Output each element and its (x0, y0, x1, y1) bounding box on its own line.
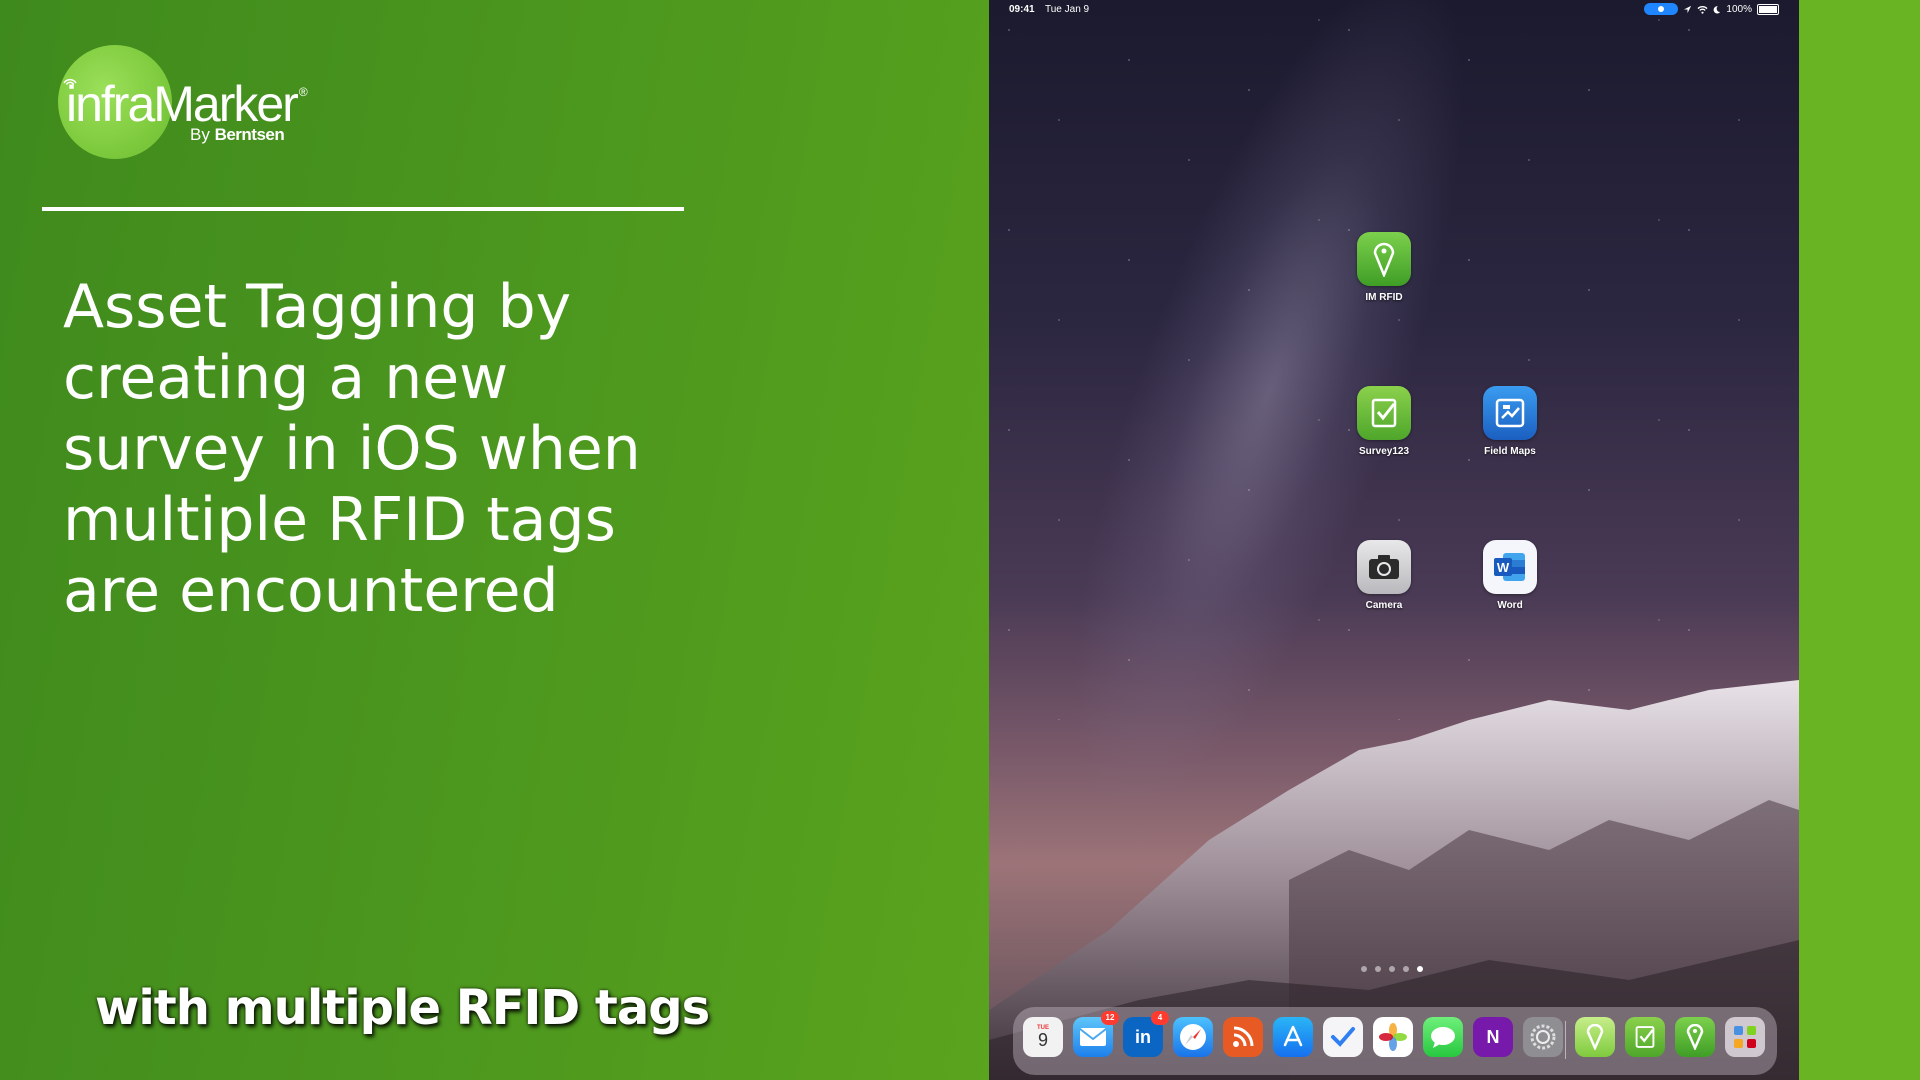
recent-rfid-icon[interactable] (1675, 1017, 1715, 1057)
headline-line: multiple RFID tags (63, 485, 616, 555)
ipad-home-screen: 09:41 Tue Jan 9 100% IM RFID Survey123 F… (989, 0, 1799, 1080)
pin-icon (1357, 232, 1411, 286)
tasks-icon[interactable] (1323, 1017, 1363, 1057)
app-camera[interactable]: Camera (1339, 540, 1429, 611)
dock-separator (1565, 1021, 1566, 1059)
page-dot[interactable] (1375, 966, 1381, 972)
wallpaper-stars (989, 0, 1799, 720)
dock: TUE 9 12 in 4 N (1013, 1007, 1777, 1075)
recent-checklist-icon[interactable] (1625, 1017, 1665, 1057)
status-indicators: 100% (1644, 3, 1779, 15)
page-dot[interactable] (1361, 966, 1367, 972)
page-dot-active[interactable] (1417, 966, 1423, 972)
mail-badge: 12 (1101, 1011, 1119, 1025)
subtitle-caption: with multiple RFID tags (95, 980, 710, 1036)
screen-recording-icon (1644, 3, 1679, 15)
app-store-icon[interactable] (1273, 1017, 1313, 1057)
headline-line: creating a new (63, 343, 509, 413)
app-im-rfid[interactable]: IM RFID (1339, 232, 1429, 303)
recent-pin-icon[interactable] (1575, 1017, 1615, 1057)
safari-icon[interactable] (1173, 1017, 1213, 1057)
inframarker-logo: infraMarker ® By Berntsen (58, 45, 358, 165)
battery-icon (1757, 3, 1779, 15)
onenote-icon[interactable]: N (1473, 1017, 1513, 1057)
rss-reader-icon[interactable] (1223, 1017, 1263, 1057)
wifi-icon (1697, 5, 1708, 14)
headline-line: are encountered (63, 556, 559, 626)
app-label: Camera (1365, 600, 1403, 611)
app-word[interactable]: W Word (1465, 540, 1555, 611)
checklist-icon (1357, 386, 1411, 440)
status-time: 09:41 (1009, 4, 1035, 15)
app-survey123[interactable]: Survey123 (1339, 386, 1429, 457)
moon-icon (1714, 5, 1721, 13)
camera-icon (1357, 540, 1411, 594)
map-icon (1483, 386, 1537, 440)
calendar-icon[interactable]: TUE 9 (1023, 1017, 1063, 1057)
svg-text:W: W (1497, 560, 1510, 575)
linkedin-icon[interactable]: in 4 (1123, 1011, 1169, 1057)
page-dot[interactable] (1389, 966, 1395, 972)
status-bar: 09:41 Tue Jan 9 100% (989, 0, 1799, 20)
status-date: Tue Jan 9 (1045, 4, 1090, 15)
app-label: Word (1497, 600, 1523, 611)
headline-line: Asset Tagging by (63, 272, 572, 342)
title-divider (42, 207, 684, 211)
linkedin-badge: 4 (1151, 1011, 1169, 1025)
battery-percent: 100% (1726, 3, 1752, 15)
photos-icon[interactable] (1373, 1017, 1413, 1057)
onenote-logo-text: N (1486, 1026, 1500, 1047)
app-field-maps[interactable]: Field Maps (1465, 386, 1555, 457)
mail-icon[interactable]: 12 (1073, 1011, 1119, 1057)
headline: Asset Tagging by creating a new survey i… (63, 272, 683, 627)
settings-icon[interactable] (1523, 1017, 1563, 1057)
page-dot[interactable] (1403, 966, 1409, 972)
app-label: Field Maps (1484, 446, 1536, 457)
linkedin-logo-text: in (1135, 1026, 1151, 1047)
page-indicator[interactable] (1361, 966, 1423, 972)
calendar-day: 9 (1037, 1030, 1048, 1050)
logo-byline: By Berntsen (190, 125, 285, 144)
headline-line: survey in iOS when (63, 414, 641, 484)
location-icon (1684, 5, 1692, 13)
app-label: IM RFID (1365, 292, 1403, 303)
app-library-icon[interactable] (1725, 1017, 1765, 1057)
right-green-strip (1798, 0, 1920, 1080)
app-label: Survey123 (1358, 446, 1410, 457)
messages-icon[interactable] (1423, 1017, 1463, 1057)
word-icon: W (1483, 540, 1537, 594)
